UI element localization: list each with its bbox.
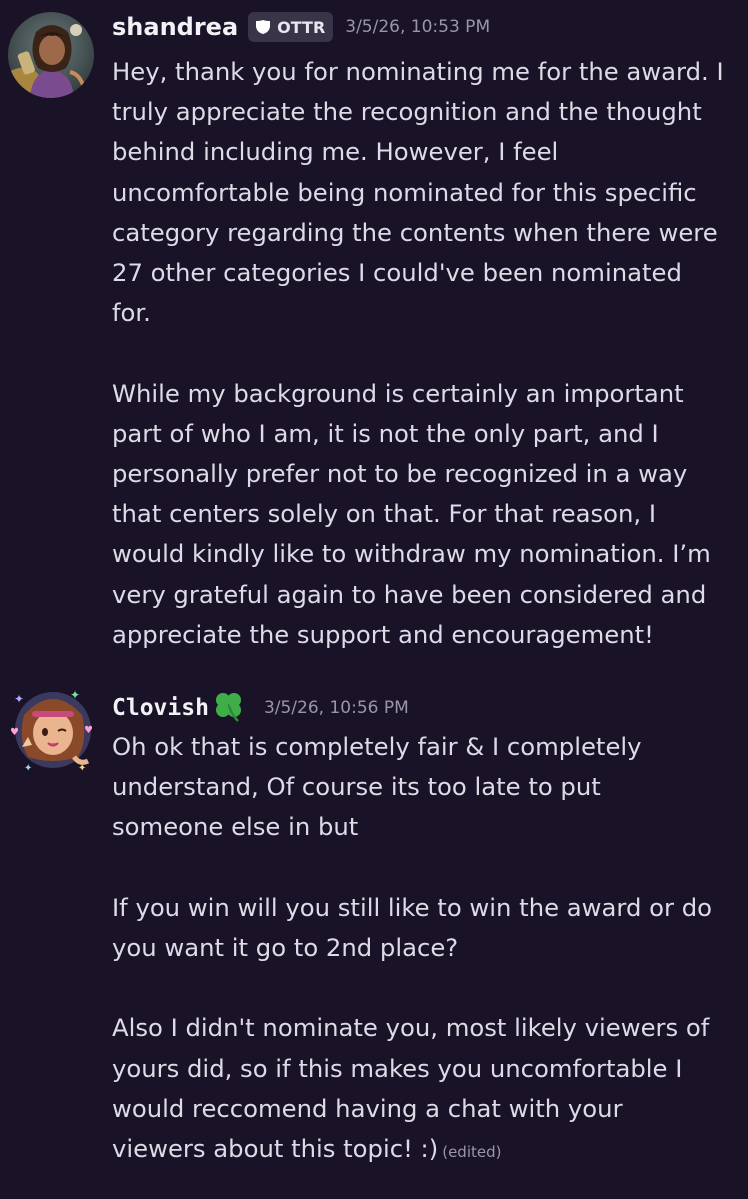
avatar-illustration: ✦ ✦ ♥ ♥ ✦ ✦ — [10, 688, 93, 774]
message-line: Oh ok that is completely fair & I comple… — [112, 732, 642, 761]
message-content: Hey, thank you for nominating me for the… — [112, 52, 742, 655]
message-line-text: viewers about this topic! :) — [112, 1134, 439, 1163]
svg-text:✦: ✦ — [78, 763, 86, 774]
avatar-clovish[interactable]: ✦ ✦ ♥ ♥ ✦ ✦ — [8, 685, 94, 774]
message-line: Hey, thank you for nominating me for the… — [112, 57, 724, 86]
message-line: you want it go to 2nd place? — [112, 933, 459, 962]
message-line: behind including me. However, I feel — [112, 137, 559, 167]
message-line: that centers solely on that. For that re… — [112, 499, 657, 529]
svg-text:♥: ♥ — [10, 727, 19, 738]
svg-text:♥: ♥ — [84, 725, 93, 736]
edited-label: (edited) — [442, 1143, 502, 1161]
message-header: shandrea OTTR 3/5/26, 10:53 PM — [112, 5, 490, 49]
four-leaf-clover-icon — [212, 689, 246, 727]
message-line: 27 other categories I could've been nomi… — [112, 258, 682, 288]
shield-icon — [256, 20, 271, 34]
message-line: Also I didn't nominate you, most likely … — [112, 1013, 710, 1043]
message-line: would kindly like to withdraw my nominat… — [112, 539, 711, 569]
message-line: part of who I am, it is not the only par… — [112, 418, 659, 448]
message-content: Oh ok that is completely fair & I comple… — [112, 727, 742, 1172]
avatar-shandrea[interactable] — [8, 12, 94, 98]
message-line: If you win will you still like to win th… — [112, 892, 712, 922]
timestamp[interactable]: 3/5/26, 10:53 PM — [345, 17, 490, 37]
server-tag-label: OTTR — [277, 17, 326, 37]
message-line-last: viewers about this topic! :) (edited) — [112, 1129, 742, 1172]
svg-text:✦: ✦ — [70, 688, 80, 702]
timestamp[interactable]: 3/5/26, 10:56 PM — [264, 698, 409, 718]
message-line: understand, Of course its too late to pu… — [112, 772, 601, 802]
message-line: While my background is certainly an impo… — [112, 378, 684, 408]
message-header: Clovish 3/5/26, 10:56 PM — [112, 686, 409, 730]
message-line: someone else in but — [112, 812, 359, 842]
message-line: uncomfortable being nominated for this s… — [112, 177, 697, 207]
message-line: very grateful again to have been conside… — [112, 579, 707, 609]
avatar-illustration — [8, 12, 94, 98]
svg-text:✦: ✦ — [14, 692, 24, 706]
message-line: yours did, so if this makes you uncomfor… — [112, 1053, 683, 1083]
message-line: for. — [112, 298, 151, 328]
message-line: truly appreciate the recognition and the… — [112, 97, 702, 127]
server-tag-badge[interactable]: OTTR — [248, 12, 334, 42]
message-line: would reccomend having a chat with your — [112, 1093, 623, 1123]
message-line: appreciate the support and encouragement… — [112, 619, 654, 649]
svg-text:✦: ✦ — [24, 763, 32, 774]
message-line: category regarding the contents when the… — [112, 217, 718, 247]
username[interactable]: Clovish — [112, 695, 209, 721]
message-line: personally prefer not to be recognized i… — [112, 459, 688, 489]
username[interactable]: shandrea — [112, 13, 238, 41]
